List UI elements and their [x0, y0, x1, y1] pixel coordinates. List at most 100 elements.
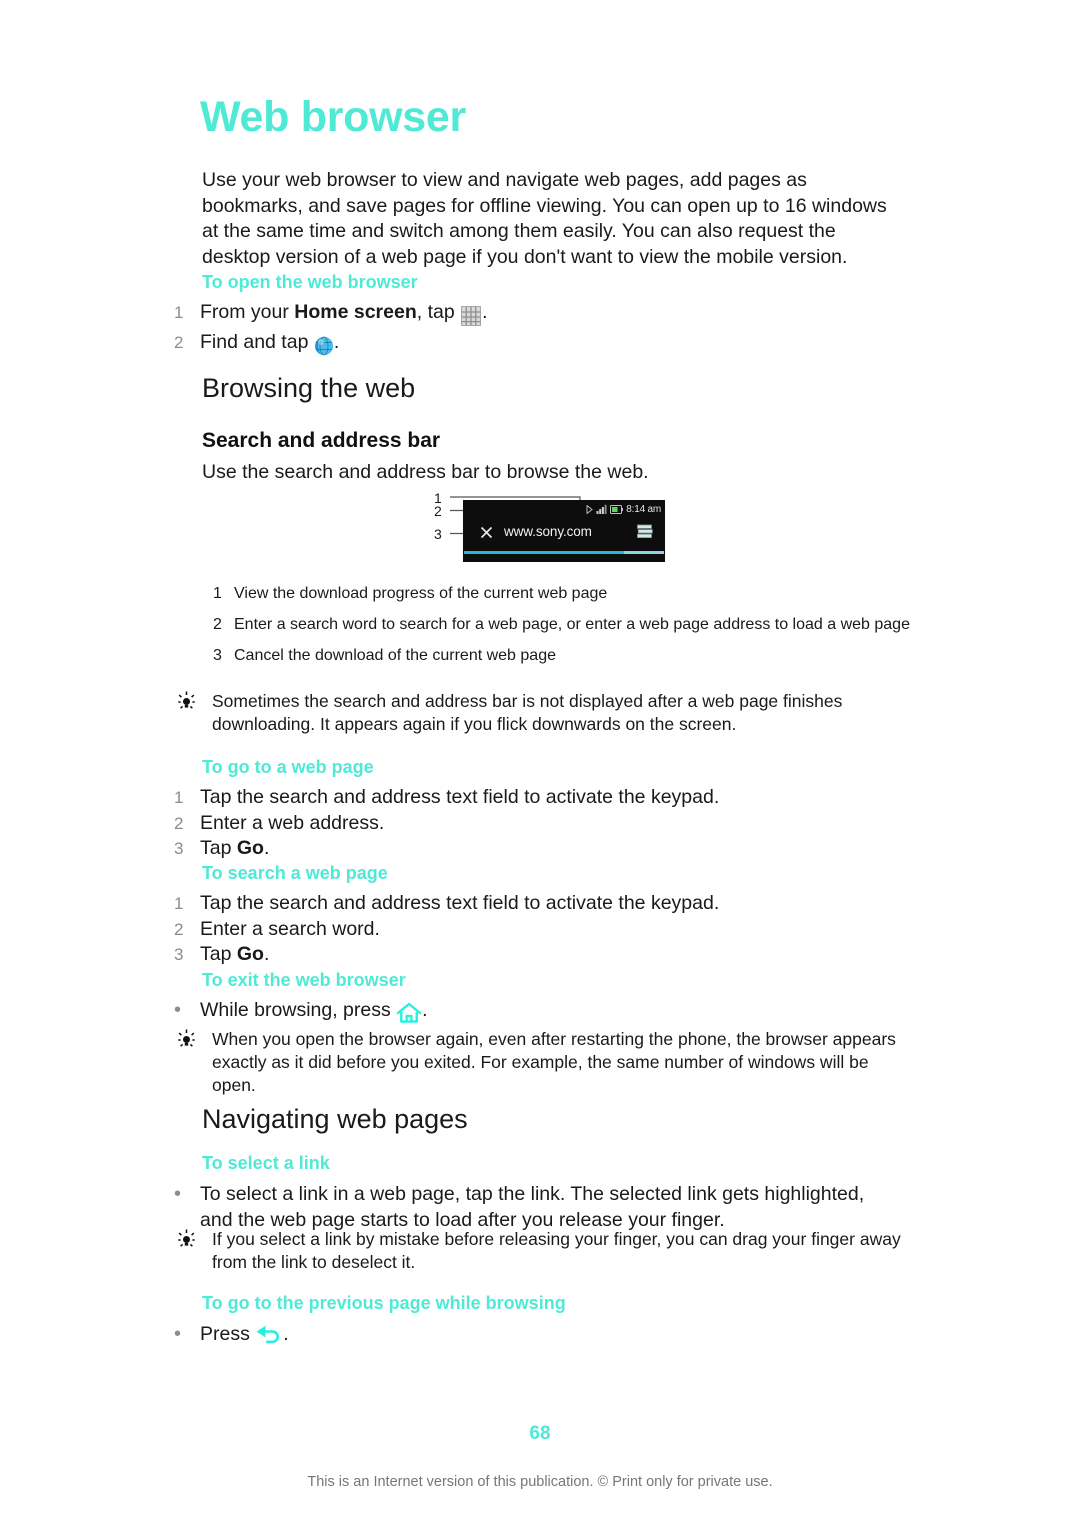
step-text: Find and tap . [200, 330, 902, 360]
step-text: Tap the search and address text field to… [200, 786, 720, 808]
download-progress-bar [464, 551, 664, 554]
step-bold: Go [236, 943, 264, 965]
browser-windows-icon[interactable] [637, 524, 654, 545]
step-number: 2 [174, 813, 184, 833]
tip-reopen-browser: When you open the browser again, even af… [178, 1028, 908, 1097]
home-icon [396, 1002, 422, 1028]
bullet-text: To select a link in a web page, tap the … [200, 1183, 865, 1231]
heading-go-to-web-page: To go to a web page [202, 757, 374, 777]
step-item: 1 Tap the search and address text field … [174, 891, 902, 917]
section-select-a-link: To select a link • To select a link in a… [174, 1152, 902, 1233]
bullet-dot: • [174, 1323, 182, 1345]
lightbulb-icon [178, 690, 212, 717]
phone-status-bar: 8:14 am [586, 502, 661, 517]
tip-text: When you open the browser again, even af… [212, 1029, 896, 1095]
section-open-browser: To open the web browser 1 From your Home… [174, 271, 902, 359]
heading-navigating-web-pages: Navigating web pages [202, 1104, 468, 1134]
search-address-bar-body: Use the search and address bar to browse… [202, 461, 649, 483]
bullet-text: Press . [200, 1322, 902, 1352]
figure-caption-list: 1 View the download progress of the curr… [213, 584, 913, 677]
page-number: 68 [529, 1423, 551, 1444]
figure-caption-item: 3 Cancel the download of the current web… [213, 646, 913, 666]
step-number: 1 [174, 788, 184, 807]
heading-open-browser: To open the web browser [202, 272, 418, 292]
step-number: 3 [174, 945, 184, 964]
document-page: Web browser Use your web browser to view… [0, 0, 1080, 1527]
tip-text: If you select a link by mistake before r… [212, 1229, 901, 1272]
bullet-text: While browsing, press . [200, 998, 902, 1028]
figure-caption-number: 1 [213, 585, 222, 602]
heading-previous-page: To go to the previous page while browsin… [202, 1293, 566, 1313]
bullet-item: • To select a link in a web page, tap th… [174, 1182, 902, 1233]
phone-address-bar[interactable]: www.sony.com [468, 520, 660, 546]
bullet-item: • While browsing, press . [174, 998, 902, 1028]
download-progress-head [624, 551, 664, 554]
battery-icon [610, 501, 624, 519]
section-exit-browser: To exit the web browser • While browsing… [174, 969, 902, 1028]
heading-search-web-page: To search a web page [202, 863, 388, 883]
step-text: Tap the search and address text field to… [200, 892, 720, 914]
section-go-to-web-page: To go to a web page 1 Tap the search and… [174, 756, 902, 862]
tip-text: Sometimes the search and address bar is … [212, 691, 843, 734]
bullet-dot: • [174, 1183, 182, 1205]
bullet-item: • Press . [174, 1322, 902, 1352]
figure-caption-text: Cancel the download of the current web p… [234, 647, 556, 664]
figure-callout-number: 3 [434, 526, 442, 542]
bullets-previous-page: • Press . [174, 1322, 902, 1352]
signal-bars-icon [596, 501, 607, 519]
steps-go-to-web-page: 1 Tap the search and address text field … [174, 785, 902, 862]
heading-exit-browser: To exit the web browser [202, 970, 406, 990]
figure-caption-text: View the download progress of the curren… [234, 585, 608, 602]
steps-open-browser: 1 From your Home screen, tap . 2 Find an… [174, 300, 902, 359]
figure-search-address-bar: 1 2 3 8:14 am www.sony.com [434, 487, 674, 569]
step-number: 1 [174, 894, 184, 913]
lightbulb-icon [178, 1028, 212, 1055]
step-item: 2 Find and tap . [174, 330, 902, 360]
heading-search-and-address-bar: Search and address bar [202, 429, 441, 452]
figure-callout-number: 2 [434, 503, 442, 519]
figure-caption-number: 2 [213, 616, 222, 633]
step-text: Enter a web address. [200, 811, 385, 834]
bullets-select-a-link: • To select a link in a web page, tap th… [174, 1182, 902, 1233]
heading-browsing-the-web: Browsing the web [202, 373, 416, 403]
step-number: 2 [174, 919, 184, 939]
steps-search-web-page: 1 Tap the search and address text field … [174, 891, 902, 968]
bullet-dot: • [174, 999, 182, 1021]
figure-caption-number: 3 [213, 647, 222, 664]
footnote: This is an Internet version of this publ… [307, 1474, 773, 1490]
intro-paragraph: Use your web browser to view and navigat… [202, 169, 887, 268]
step-text: From your Home screen, tap . [200, 300, 902, 330]
step-number: 1 [174, 303, 184, 322]
step-item: 2 Enter a search word. [174, 917, 902, 943]
step-item: 1 Tap the search and address text field … [174, 785, 902, 811]
lightbulb-icon [178, 1228, 212, 1255]
download-progress-fill [464, 551, 624, 554]
step-text: Tap Go. [200, 943, 270, 965]
section-previous-page: To go to the previous page while browsin… [174, 1292, 902, 1352]
bullets-exit-browser: • While browsing, press . [174, 998, 902, 1028]
page-title: Web browser [200, 93, 466, 141]
step-item: 2 Enter a web address. [174, 811, 902, 837]
figure-caption-item: 1 View the download progress of the curr… [213, 584, 913, 604]
section-browsing-the-web: Browsing the web Search and address bar … [202, 373, 902, 486]
tip-search-bar: Sometimes the search and address bar is … [178, 690, 908, 736]
play-triangle-icon [586, 501, 594, 519]
step-item: 3 Tap Go. [174, 836, 902, 862]
heading-select-a-link: To select a link [202, 1153, 330, 1173]
step-bold: Go [236, 837, 264, 859]
figure-caption-text: Enter a search word to search for a web … [234, 616, 910, 633]
step-item: 3 Tap Go. [174, 942, 902, 968]
step-text: Tap Go. [200, 837, 270, 859]
globe-icon [314, 334, 334, 360]
section-search-web-page: To search a web page 1 Tap the search an… [174, 862, 902, 968]
step-number: 2 [174, 332, 184, 352]
cancel-x-icon[interactable] [478, 525, 495, 545]
section-navigating-web-pages: Navigating web pages [202, 1104, 902, 1134]
figure-caption-item: 2 Enter a search word to search for a we… [213, 615, 913, 635]
back-arrow-icon [255, 1325, 283, 1352]
address-field-value[interactable]: www.sony.com [504, 524, 592, 539]
phone-screenshot: 8:14 am www.sony.com [463, 500, 665, 562]
tip-deselect-link: If you select a link by mistake before r… [178, 1228, 908, 1274]
step-number: 3 [174, 839, 184, 858]
step-item: 1 From your Home screen, tap . [174, 300, 902, 330]
